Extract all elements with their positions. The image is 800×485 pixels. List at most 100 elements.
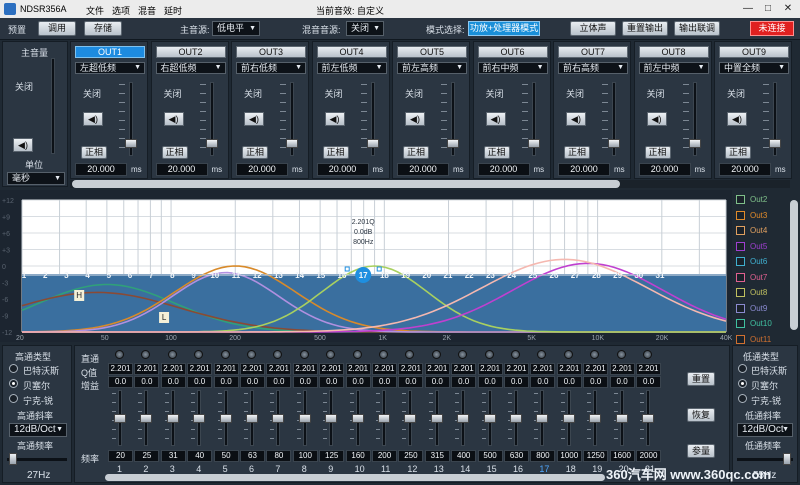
- band-q-value[interactable]: 2.201: [292, 363, 318, 375]
- bypass-toggle[interactable]: [643, 350, 652, 359]
- band-freq-value[interactable]: 1250: [583, 450, 609, 462]
- legend-item[interactable]: Out4: [736, 225, 790, 237]
- mode-select[interactable]: 功放+处理器模式: [468, 21, 540, 36]
- output-position-select[interactable]: 中置全频 ▼: [719, 62, 789, 74]
- legend-checkbox[interactable]: [736, 288, 745, 297]
- bypass-toggle[interactable]: [247, 350, 256, 359]
- legend-item[interactable]: Out8: [736, 287, 790, 299]
- legend-checkbox[interactable]: [736, 334, 745, 344]
- output-position-select[interactable]: 左超低频 ▼: [75, 62, 145, 74]
- legend-scrollbar[interactable]: [790, 200, 798, 330]
- eq-marker[interactable]: 17: [359, 271, 368, 280]
- bypass-toggle[interactable]: [511, 350, 520, 359]
- eq-marker[interactable]: 25: [528, 271, 537, 280]
- eq-marker[interactable]: 29: [613, 271, 622, 280]
- output-name-button[interactable]: OUT5: [397, 46, 467, 58]
- band-q-value[interactable]: 2.201: [477, 363, 503, 375]
- eq-marker[interactable]: 3: [64, 271, 69, 280]
- speaker-icon[interactable]: ◀): [163, 112, 184, 126]
- bypass-toggle[interactable]: [379, 350, 388, 359]
- highpass-marker[interactable]: H: [76, 291, 82, 300]
- band-gain-value[interactable]: 0.0: [345, 376, 371, 388]
- band-fader-knob[interactable]: [589, 414, 602, 423]
- band-gain-value[interactable]: 0.0: [583, 376, 609, 388]
- band-gain-value[interactable]: 0.0: [266, 376, 292, 388]
- eq-scrollbar[interactable]: [105, 474, 605, 481]
- eq-marker[interactable]: 12: [253, 271, 262, 280]
- legend-item[interactable]: Out9: [736, 303, 790, 315]
- eq-marker[interactable]: 11: [232, 271, 241, 280]
- output-position-select[interactable]: 前右低频 ▼: [236, 62, 306, 74]
- band-fader-knob[interactable]: [457, 414, 470, 423]
- eq-marker[interactable]: 1: [22, 271, 27, 280]
- eq-marker[interactable]: 24: [507, 271, 516, 280]
- delay-value[interactable]: 20.000: [75, 163, 127, 176]
- band-gain-value[interactable]: 0.0: [372, 376, 397, 388]
- phase-button[interactable]: 正相: [725, 146, 751, 159]
- band-freq-value[interactable]: 200: [372, 450, 397, 462]
- output-name-button[interactable]: OUT8: [638, 46, 709, 58]
- phase-button[interactable]: 正相: [322, 146, 349, 159]
- band-gain-value[interactable]: 0.0: [398, 376, 424, 388]
- speaker-icon[interactable]: ◀): [727, 112, 747, 126]
- legend-item[interactable]: Out7: [736, 272, 790, 284]
- minimize-button[interactable]: —: [740, 2, 756, 16]
- band-gain-value[interactable]: 0.0: [609, 376, 635, 388]
- speaker-icon[interactable]: ◀): [324, 112, 345, 126]
- band-q-value[interactable]: 2.201: [636, 363, 661, 375]
- eq-params-button[interactable]: 参量: [687, 444, 715, 458]
- band-freq-value[interactable]: 500: [477, 450, 503, 462]
- band-fader-knob[interactable]: [642, 414, 654, 423]
- phase-button[interactable]: 正相: [161, 146, 188, 159]
- close-button[interactable]: ✕: [780, 2, 796, 16]
- bypass-toggle[interactable]: [299, 350, 309, 359]
- band-fader-knob[interactable]: [615, 414, 628, 423]
- bypass-toggle[interactable]: [220, 350, 230, 359]
- band-gain-value[interactable]: 0.0: [292, 376, 318, 388]
- band-fader-knob[interactable]: [219, 414, 232, 423]
- eq-marker[interactable]: 2: [43, 271, 48, 280]
- phase-button[interactable]: 正相: [403, 146, 429, 159]
- band-q-value[interactable]: 2.201: [213, 363, 239, 375]
- band-q-value[interactable]: 2.201: [372, 363, 397, 375]
- band-freq-value[interactable]: 1600: [609, 450, 635, 462]
- stereo-button[interactable]: 立体声: [570, 21, 616, 36]
- lp-radio-1[interactable]: [738, 379, 747, 388]
- phase-button[interactable]: 正相: [81, 146, 107, 159]
- output-fader-knob[interactable]: [286, 138, 298, 148]
- save-button[interactable]: 存储: [84, 21, 122, 36]
- legend-checkbox[interactable]: [736, 210, 745, 220]
- hp-radio-0[interactable]: [9, 364, 18, 373]
- delay-value[interactable]: 20.000: [316, 163, 369, 176]
- output-fader-knob[interactable]: [205, 138, 218, 148]
- band-freq-value[interactable]: 400: [451, 450, 477, 462]
- legend-checkbox[interactable]: [736, 257, 745, 266]
- legend-item[interactable]: Out5: [736, 241, 790, 253]
- speaker-icon[interactable]: ◀): [646, 112, 667, 126]
- output-position-select[interactable]: 前左中频 ▼: [638, 62, 709, 74]
- band-fader-knob[interactable]: [298, 414, 311, 423]
- eq-marker[interactable]: 8: [170, 271, 175, 280]
- bypass-toggle[interactable]: [431, 350, 441, 359]
- band-freq-value[interactable]: 80: [266, 450, 292, 462]
- band-freq-value[interactable]: 800: [530, 450, 556, 462]
- eq-marker[interactable]: 27: [571, 271, 580, 280]
- band-freq-value[interactable]: 25: [134, 450, 160, 462]
- eq-marker[interactable]: 22: [465, 271, 474, 280]
- eq-marker[interactable]: 31: [656, 271, 665, 280]
- band-gain-value[interactable]: 0.0: [451, 376, 477, 388]
- band-q-value[interactable]: 2.201: [240, 363, 265, 375]
- eq-marker[interactable]: 13: [274, 271, 283, 280]
- band-freq-value[interactable]: 63: [240, 450, 265, 462]
- band-q-value[interactable]: 2.201: [345, 363, 371, 375]
- band-freq-value[interactable]: 20: [108, 450, 133, 462]
- eq-marker[interactable]: 9: [191, 271, 196, 280]
- band-fader-knob[interactable]: [510, 414, 522, 423]
- output-name-button[interactable]: OUT9: [719, 46, 789, 58]
- mix-source-select[interactable]: 关闭 ▼: [346, 21, 384, 36]
- band-q-value[interactable]: 2.201: [108, 363, 133, 375]
- band-fader-knob[interactable]: [404, 414, 417, 423]
- speaker-icon[interactable]: ◀): [566, 112, 586, 126]
- eq-marker[interactable]: 16: [338, 271, 347, 280]
- phase-button[interactable]: 正相: [242, 146, 268, 159]
